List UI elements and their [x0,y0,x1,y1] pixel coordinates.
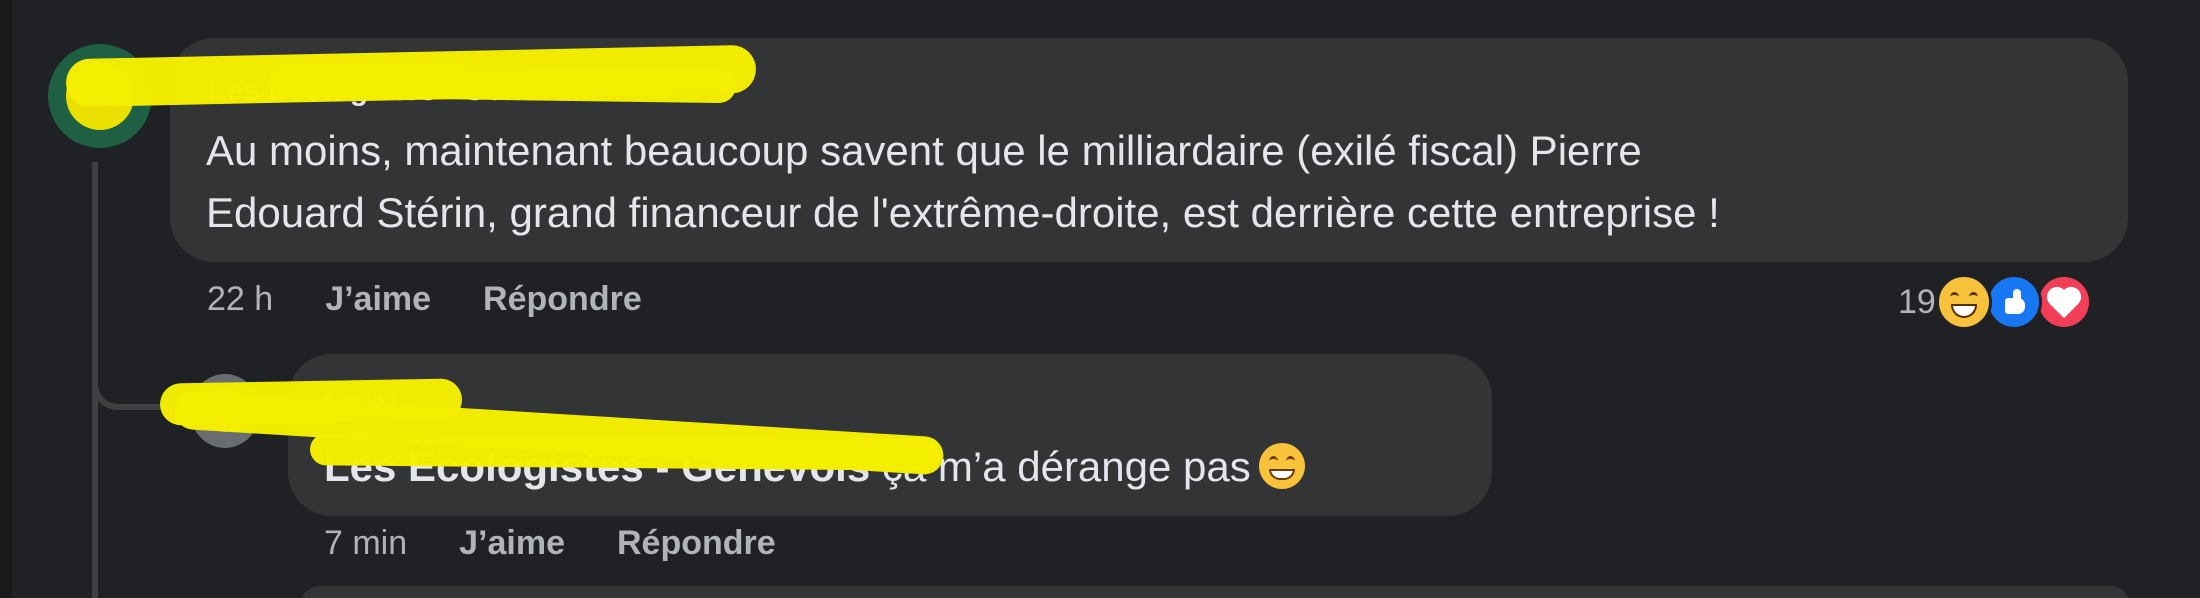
reaction-count: 19 [1898,282,1936,321]
reply-button[interactable]: Répondre [483,280,642,319]
reaction-summary[interactable]: 19 [1898,274,2092,330]
reply-bubble: Lu Al Les Écologistes - Genevois ça m’a … [288,354,1492,516]
comment-bubble: Les Écologistes - Genevois Au moins, mai… [170,38,2128,262]
haha-icon [1935,274,1992,330]
like-icon [1985,274,2042,330]
reply-actions: 7 min J’aime Répondre [324,524,828,563]
profile-photo [208,388,242,432]
reply-like-button[interactable]: J’aime [459,524,565,563]
left-edge [0,0,12,598]
reply-timestamp[interactable]: 7 min [324,524,407,563]
reply-text: ça m’a dérange pas [870,443,1251,490]
thread-branch-curve [92,352,166,410]
comment-thread-page: Les Écologistes - Genevois Au moins, mai… [0,0,2200,598]
reply-mention[interactable]: Les Écologistes - Genevois [324,443,870,490]
reply-reply-button[interactable]: Répondre [617,524,776,563]
author-avatar[interactable] [48,44,152,148]
reply-author-avatar[interactable] [190,374,260,448]
comment-actions: 22 h J’aime Répondre [207,280,694,319]
reply-author[interactable]: Lu Al [324,388,398,422]
love-icon [2035,274,2092,330]
logo-sun-icon [66,62,134,130]
reply-text-line: Les Écologistes - Genevois ça m’a dérang… [324,436,1305,498]
like-button[interactable]: J’aime [325,280,431,319]
comment-author[interactable]: Les Écologistes - Genevois [208,74,598,108]
grinning-face-icon [1258,443,1305,489]
next-comment-bubble [300,586,2130,598]
comment-timestamp[interactable]: 22 h [207,280,273,319]
comment-text: Au moins, maintenant beaucoup savent que… [206,127,1720,236]
